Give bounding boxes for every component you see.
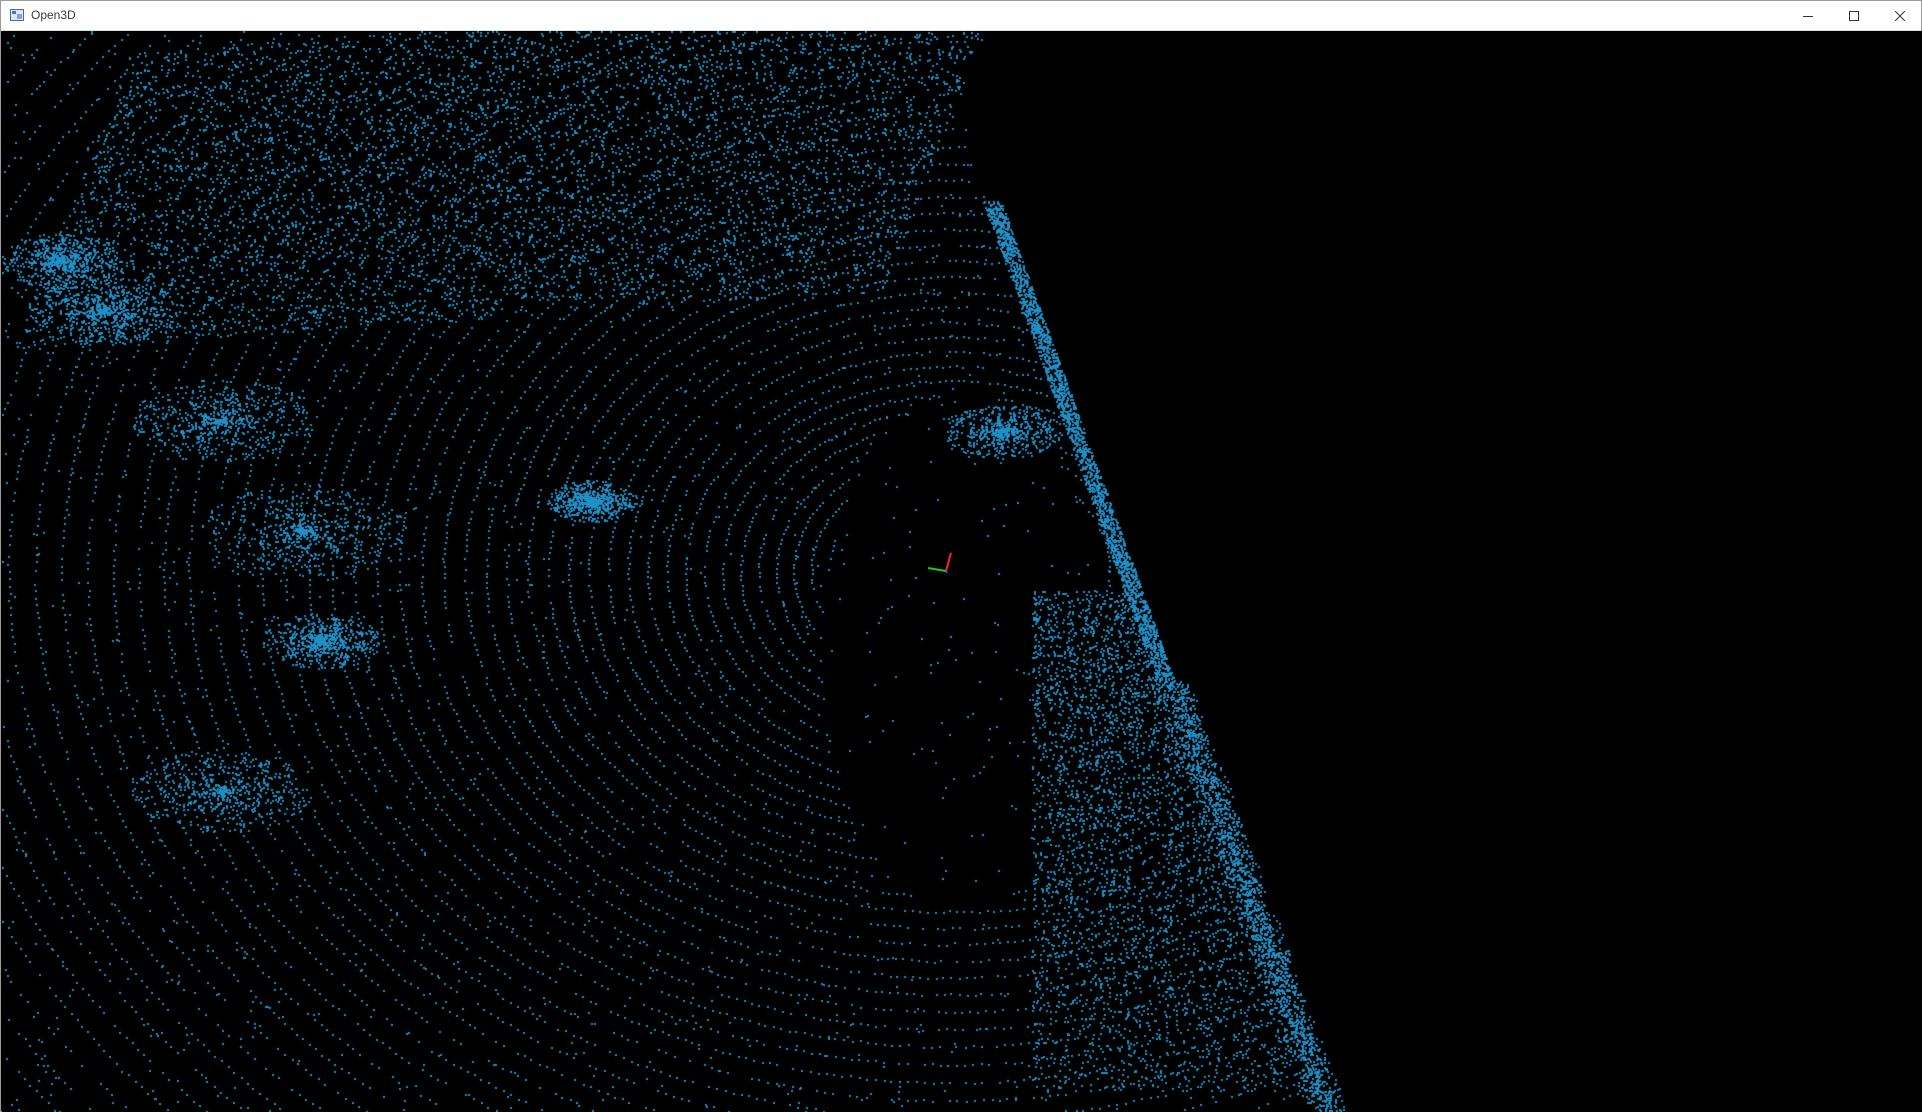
app-window: Open3D — [0, 0, 1922, 1112]
3d-viewport[interactable] — [2, 31, 1922, 1112]
point-cloud-canvas[interactable] — [2, 31, 1922, 1112]
close-icon — [1895, 11, 1905, 21]
maximize-icon — [1849, 11, 1859, 21]
app-icon — [10, 9, 24, 21]
minimize-icon — [1803, 16, 1813, 17]
window-title: Open3D — [31, 8, 76, 22]
title-bar[interactable]: Open3D — [1, 1, 1921, 31]
close-button[interactable] — [1877, 1, 1922, 31]
minimize-button[interactable] — [1785, 1, 1831, 31]
maximize-button[interactable] — [1831, 1, 1877, 31]
